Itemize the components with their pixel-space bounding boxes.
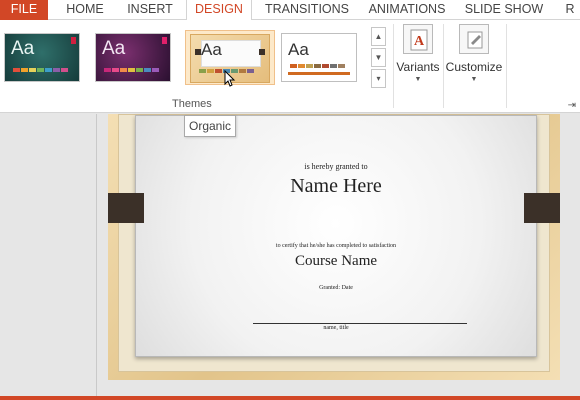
variants-label: Variants — [396, 60, 440, 74]
theme-corner-mark — [71, 37, 76, 44]
status-accent-bar — [0, 396, 580, 400]
theme-clip-right — [259, 49, 265, 55]
frame-clip-left — [108, 193, 144, 223]
customize-icon — [459, 24, 489, 54]
customize-label: Customize — [445, 60, 503, 74]
signature-line — [253, 323, 467, 324]
theme-aa-label: Aa — [11, 38, 35, 59]
mouse-cursor-icon — [224, 70, 236, 87]
slide-canvas[interactable]: is hereby granted to Name Here to certif… — [108, 114, 560, 380]
theme-color-swatches — [13, 68, 68, 72]
collapse-ribbon-icon[interactable]: ⇥ — [568, 100, 576, 111]
svg-text:A: A — [414, 34, 425, 49]
theme-color-swatches — [104, 68, 159, 72]
signature-caption[interactable]: name, title — [136, 325, 536, 331]
design-ribbon: Aa Aa Aa Aa ▲ ▼ ▾ A Variants ▼ Customize… — [0, 20, 580, 113]
theme-aa-label: Aa — [201, 40, 222, 59]
granted-date[interactable]: Granted: Date — [136, 285, 536, 291]
tab-slide-show[interactable]: SLIDE SHOW — [462, 0, 546, 20]
certificate-paper: is hereby granted to Name Here to certif… — [135, 115, 537, 357]
chevron-down-icon: ▼ — [414, 76, 422, 83]
theme-aa-label: Aa — [102, 38, 126, 59]
theme-aa-label: Aa — [288, 40, 309, 59]
variants-button[interactable]: A Variants ▼ — [396, 24, 440, 83]
gallery-scroll-up-icon[interactable]: ▲ — [371, 27, 386, 46]
tab-animations[interactable]: ANIMATIONS — [364, 0, 450, 20]
theme-corner-mark — [162, 37, 167, 44]
customize-button[interactable]: Customize ▼ — [445, 24, 503, 83]
granted-to-text[interactable]: is hereby granted to — [136, 162, 536, 171]
tab-review[interactable]: R — [560, 0, 580, 20]
gallery-scroll: ▲ ▼ ▾ — [371, 27, 386, 89]
gallery-more-icon[interactable]: ▾ — [371, 69, 386, 88]
tab-transitions[interactable]: TRANSITIONS — [262, 0, 352, 20]
certify-text[interactable]: to certify that he/she has completed to … — [136, 243, 536, 249]
theme-thumbnail-purple[interactable]: Aa — [95, 33, 171, 82]
theme-thumbnail-plain[interactable]: Aa — [281, 33, 357, 82]
ribbon-separator — [506, 24, 507, 108]
frame-clip-right — [524, 193, 560, 223]
tab-home[interactable]: HOME — [60, 0, 110, 20]
tab-insert[interactable]: INSERT — [122, 0, 178, 20]
ribbon-separator — [393, 24, 394, 108]
variants-icon: A — [403, 24, 433, 54]
ribbon-tab-bar: FILE HOME INSERT DESIGN TRANSITIONS ANIM… — [0, 0, 580, 21]
ribbon-separator — [443, 24, 444, 108]
tab-design[interactable]: DESIGN — [186, 0, 252, 21]
gallery-scroll-down-icon[interactable]: ▼ — [371, 48, 386, 67]
theme-thumbnail-teal[interactable]: Aa — [4, 33, 80, 82]
theme-accent-bar — [288, 72, 350, 75]
theme-tooltip: Organic — [184, 115, 236, 137]
recipient-name[interactable]: Name Here — [136, 175, 536, 198]
themes-group-label: Themes — [172, 98, 212, 110]
course-name[interactable]: Course Name — [136, 253, 536, 270]
thumbnail-pane-edge — [96, 114, 97, 400]
theme-color-swatches — [290, 64, 345, 68]
tab-file[interactable]: FILE — [0, 0, 48, 20]
slide-frame: is hereby granted to Name Here to certif… — [118, 114, 550, 372]
chevron-down-icon: ▼ — [470, 76, 478, 83]
